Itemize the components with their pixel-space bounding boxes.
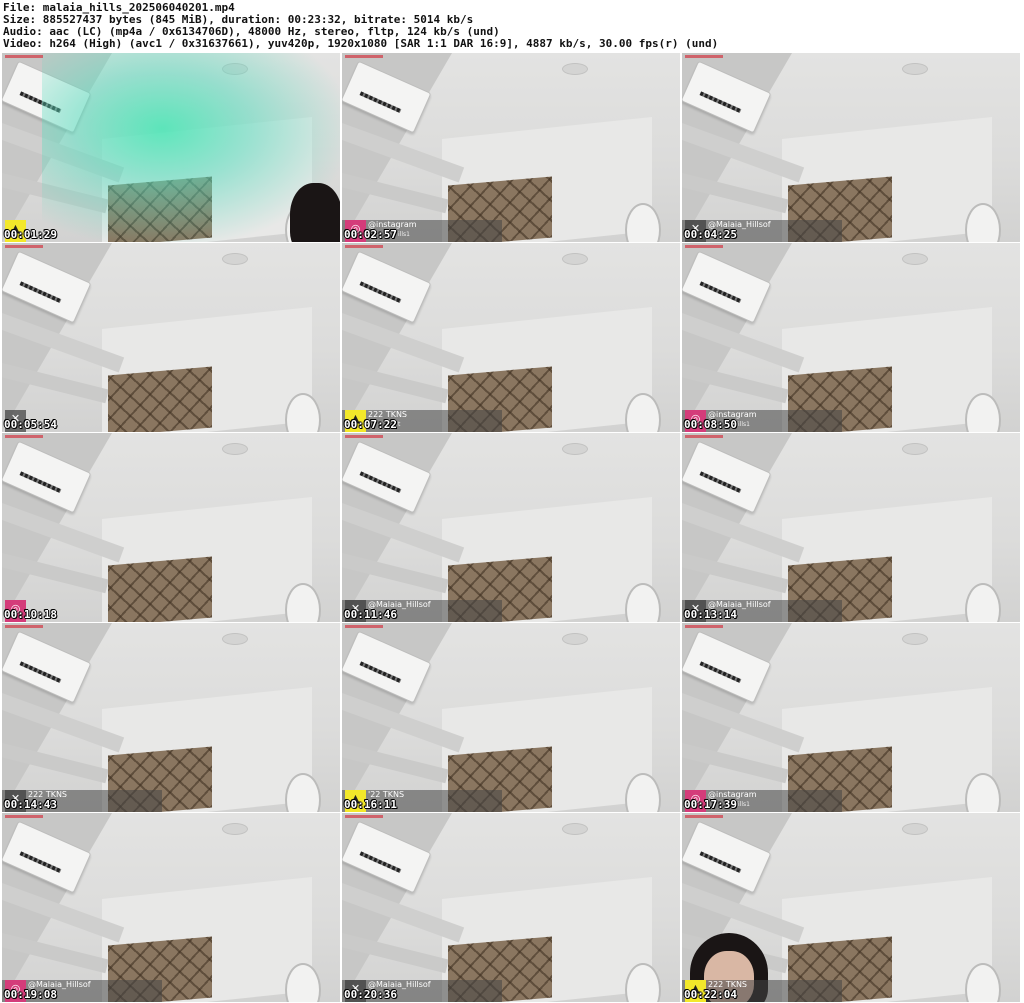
frame-timestamp: 00:22:04 <box>684 988 737 1001</box>
frame-timestamp: 00:16:11 <box>344 798 397 811</box>
scene-lamp <box>562 63 588 75</box>
scene-ac-vent <box>699 91 742 113</box>
scene-ac-vent <box>359 281 402 303</box>
overlay-subtext: t <box>398 421 401 428</box>
scene-ac-vent <box>359 851 402 873</box>
scene-lamp <box>562 253 588 265</box>
thumbnail-frame: @Malaia_Hillsof ✕ 00:04:25 <box>682 53 1020 242</box>
frame-timestamp: 00:04:25 <box>684 228 737 241</box>
scene-lamp <box>562 633 588 645</box>
stream-tag <box>685 245 723 248</box>
frame-timestamp: 00:01:29 <box>4 228 57 241</box>
thumbnail-frame: 222 TKNS t ▲ 00:07:22 <box>342 243 680 432</box>
stream-tag <box>5 245 43 248</box>
scene-lamp <box>562 443 588 455</box>
thumbnail-frame: ◎ 00:10:18 <box>2 433 340 622</box>
frame-timestamp: 00:20:36 <box>344 988 397 1001</box>
scene-lamp <box>222 823 248 835</box>
frame-timestamp: 00:17:39 <box>684 798 737 811</box>
scene-lamp <box>222 253 248 265</box>
scene-ac-vent <box>19 281 62 303</box>
scene-person <box>290 183 340 242</box>
frame-timestamp: 00:14:43 <box>4 798 57 811</box>
scene-lamp <box>222 443 248 455</box>
frame-timestamp: 00:19:08 <box>4 988 57 1001</box>
scene-ac-vent <box>359 661 402 683</box>
frame-timestamp: 00:11:46 <box>344 608 397 621</box>
frame-timestamp: 00:07:22 <box>344 418 397 431</box>
frame-timestamp: 00:13:14 <box>684 608 737 621</box>
stream-tag <box>345 435 383 438</box>
scene-lamp <box>222 633 248 645</box>
stream-tag <box>5 435 43 438</box>
scene-ac-vent <box>699 471 742 493</box>
thumbnail-frame: @instagram ills1 ◎ 00:08:50 <box>682 243 1020 432</box>
stream-tag <box>345 55 383 58</box>
frame-timestamp: 00:08:50 <box>684 418 737 431</box>
scene-ac-vent <box>359 91 402 113</box>
stream-tag <box>685 435 723 438</box>
stream-tag <box>685 55 723 58</box>
video-info-line: Video: h264 (High) (avc1 / 0x31637661), … <box>3 37 719 50</box>
thumbnail-frame: @Malaia_Hillsof ✕ 00:11:46 <box>342 433 680 622</box>
thumbnail-frame: @Malaia_Hillsof ✕ 00:20:36 <box>342 813 680 1002</box>
scene-lamp <box>902 253 928 265</box>
scene-ac-vent <box>699 851 742 873</box>
scene-ac-vent <box>19 471 62 493</box>
frame-timestamp: 00:02:57 <box>344 228 397 241</box>
thumbnail-frame: ▲ 00:01:29 <box>2 53 340 242</box>
scene-lamp <box>902 823 928 835</box>
thumbnail-frame: @Malaia_Hillsof ◎ 00:19:08 <box>2 813 340 1002</box>
stream-tag <box>345 815 383 818</box>
overlay-subtext: ills1 <box>738 421 750 428</box>
stream-tag <box>5 625 43 628</box>
scene-lamp <box>902 63 928 75</box>
thumbnail-frame: @instagram ills1 ◎ 00:17:39 <box>682 623 1020 812</box>
scene-lamp <box>562 823 588 835</box>
scene-ac-vent <box>19 851 62 873</box>
scene-ac-vent <box>359 471 402 493</box>
stream-tag <box>345 245 383 248</box>
stream-tag <box>685 815 723 818</box>
stream-tag <box>345 625 383 628</box>
file-info-header: File: malaia_hills_202506040201.mp4 Size… <box>0 0 1024 52</box>
overlay-subtext: ills1 <box>738 801 750 808</box>
scene-ac-vent <box>19 661 62 683</box>
scene-headboard <box>108 366 212 432</box>
thumbnail-grid: ▲ 00:01:29 @instagram ills1 ◎ 00:02:57 @Malaia… <box>2 53 1022 1003</box>
scene-lamp <box>902 633 928 645</box>
stream-tag <box>685 625 723 628</box>
scene-lamp <box>902 443 928 455</box>
frame-timestamp: 00:05:54 <box>4 418 57 431</box>
thumbnail-frame: 222 TKNS ✕ 00:14:43 <box>2 623 340 812</box>
stream-tag <box>5 55 43 58</box>
frame-timestamp: 00:10:18 <box>4 608 57 621</box>
stream-tag <box>5 815 43 818</box>
thumbnail-frame: ✕ 00:05:54 <box>2 243 340 432</box>
thumbnail-frame: @instagram ills1 ◎ 00:02:57 <box>342 53 680 242</box>
thumbnail-frame: @Malaia_Hillsof ✕ 00:13:14 <box>682 433 1020 622</box>
thumbnail-frame: 222 TKNS ▲ 00:22:04 <box>682 813 1020 1002</box>
scene-ac-vent <box>699 661 742 683</box>
scene-headboard <box>108 556 212 622</box>
thumbnail-frame: '22 TKNS ▲ 00:16:11 <box>342 623 680 812</box>
overlay-subtext: ills1 <box>398 231 410 238</box>
scene-ac-vent <box>699 281 742 303</box>
